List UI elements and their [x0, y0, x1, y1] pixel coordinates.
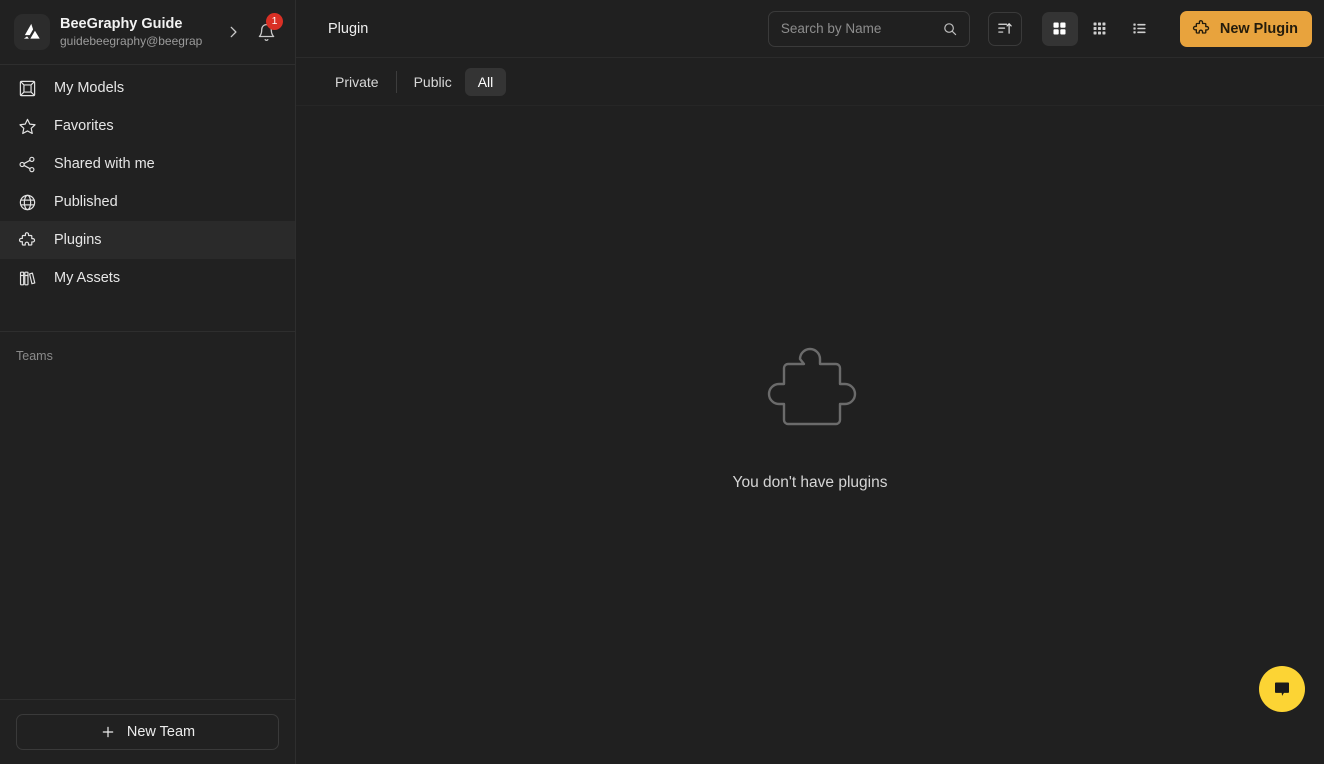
view-mode-list[interactable] [1122, 12, 1158, 46]
sidebar-item-label: My Models [54, 80, 124, 96]
chat-bubble-icon [1272, 679, 1292, 699]
search-input[interactable] [781, 21, 935, 36]
plus-icon [100, 724, 116, 740]
search-box[interactable] [768, 11, 970, 47]
sidebar-nav: My Models Favorites Shared with me [0, 65, 295, 297]
cube-frame-icon [16, 77, 38, 99]
new-plugin-label: New Plugin [1220, 21, 1298, 37]
teams-label: Teams [0, 349, 295, 363]
filter-tabs: Private Public All [296, 58, 1324, 106]
sidebar: BeeGraphy Guide guidebeegraphy@beegrap 1 [0, 0, 296, 764]
sort-button[interactable] [988, 12, 1022, 46]
view-mode-group [1042, 12, 1158, 46]
chat-widget-button[interactable] [1259, 666, 1305, 712]
search-icon[interactable] [941, 20, 959, 38]
beegraphy-logo-icon [14, 14, 50, 50]
sort-ascending-icon [996, 20, 1013, 37]
sidebar-item-label: Published [54, 194, 118, 210]
empty-state-message: You don't have plugins [733, 474, 888, 492]
page-title: Plugin [328, 21, 768, 37]
sidebar-item-label: Plugins [54, 232, 102, 248]
sidebar-item-label: My Assets [54, 270, 120, 286]
chevron-right-icon[interactable] [225, 25, 241, 39]
account-row[interactable]: BeeGraphy Guide guidebeegraphy@beegrap 1 [0, 0, 295, 64]
notifications-button[interactable]: 1 [251, 15, 281, 49]
sidebar-item-favorites[interactable]: Favorites [0, 107, 295, 145]
sidebar-item-published[interactable]: Published [0, 183, 295, 221]
sidebar-item-my-models[interactable]: My Models [0, 69, 295, 107]
sidebar-footer: New Team [0, 699, 295, 764]
account-name: BeeGraphy Guide [60, 16, 215, 33]
top-bar: Plugin [296, 0, 1324, 58]
list-icon [1131, 20, 1148, 37]
notification-badge: 1 [266, 13, 283, 30]
tab-private[interactable]: Private [322, 68, 392, 96]
sidebar-item-my-assets[interactable]: My Assets [0, 259, 295, 297]
view-mode-grid-small[interactable] [1082, 12, 1118, 46]
puzzle-icon [16, 229, 38, 251]
sidebar-item-label: Favorites [54, 118, 114, 134]
puzzle-icon [1192, 19, 1211, 38]
share-nodes-icon [16, 153, 38, 175]
view-mode-grid-large[interactable] [1042, 12, 1078, 46]
new-team-button[interactable]: New Team [16, 714, 279, 750]
globe-icon [16, 191, 38, 213]
sidebar-item-label: Shared with me [54, 156, 155, 172]
grid-3x3-icon [1091, 20, 1108, 37]
new-team-label: New Team [127, 724, 195, 740]
tab-divider [396, 71, 397, 93]
empty-state: You don't have plugins [733, 339, 888, 492]
account-text: BeeGraphy Guide guidebeegraphy@beegrap [60, 16, 215, 49]
teams-section: Teams [0, 332, 295, 699]
sidebar-item-shared-with-me[interactable]: Shared with me [0, 145, 295, 183]
sidebar-item-plugins[interactable]: Plugins [0, 221, 295, 259]
account-email: guidebeegraphy@beegrap [60, 33, 215, 49]
main-content: Plugin [296, 0, 1324, 764]
plugins-content-area: You don't have plugins [296, 106, 1324, 764]
grid-2x2-icon [1051, 20, 1068, 37]
new-plugin-button[interactable]: New Plugin [1180, 11, 1312, 47]
star-icon [16, 115, 38, 137]
puzzle-piece-icon [760, 339, 860, 444]
tab-all[interactable]: All [465, 68, 507, 96]
books-icon [16, 267, 38, 289]
tab-public[interactable]: Public [401, 68, 465, 96]
